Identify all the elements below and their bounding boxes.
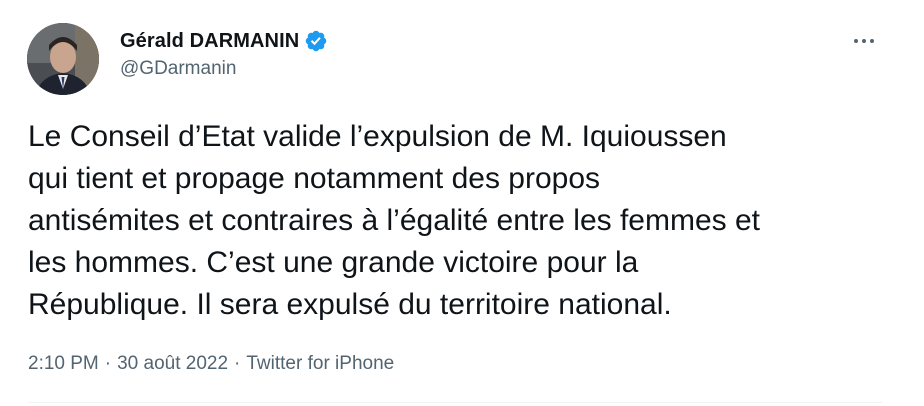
more-horizontal-icon xyxy=(854,39,858,43)
tweet-text: Le Conseil d’Etat valide l’expulsion de … xyxy=(28,120,760,321)
tweet-metadata: 2:10 PM · 30 août 2022 · Twitter for iPh… xyxy=(28,353,394,375)
more-options-button[interactable] xyxy=(846,30,882,52)
author-handle[interactable]: @GDarmanin xyxy=(120,58,236,80)
tweet-date[interactable]: 30 août 2022 xyxy=(117,353,228,375)
tweet-card: Gérald DARMANIN @GDarmanin Le Conseil d’… xyxy=(0,0,924,406)
tweet-time[interactable]: 2:10 PM xyxy=(28,353,99,375)
verified-badge-icon xyxy=(304,29,328,53)
more-horizontal-icon xyxy=(862,39,866,43)
author-display-name[interactable]: Gérald DARMANIN xyxy=(120,30,299,53)
meta-separator: · xyxy=(234,353,241,374)
more-horizontal-icon xyxy=(870,39,874,43)
meta-separator: · xyxy=(104,353,112,374)
author-name-row: Gérald DARMANIN xyxy=(120,28,328,54)
tweet-source-link[interactable]: Twitter for iPhone xyxy=(246,353,394,375)
avatar[interactable] xyxy=(27,23,99,95)
avatar-image xyxy=(27,23,99,95)
divider xyxy=(28,402,882,403)
